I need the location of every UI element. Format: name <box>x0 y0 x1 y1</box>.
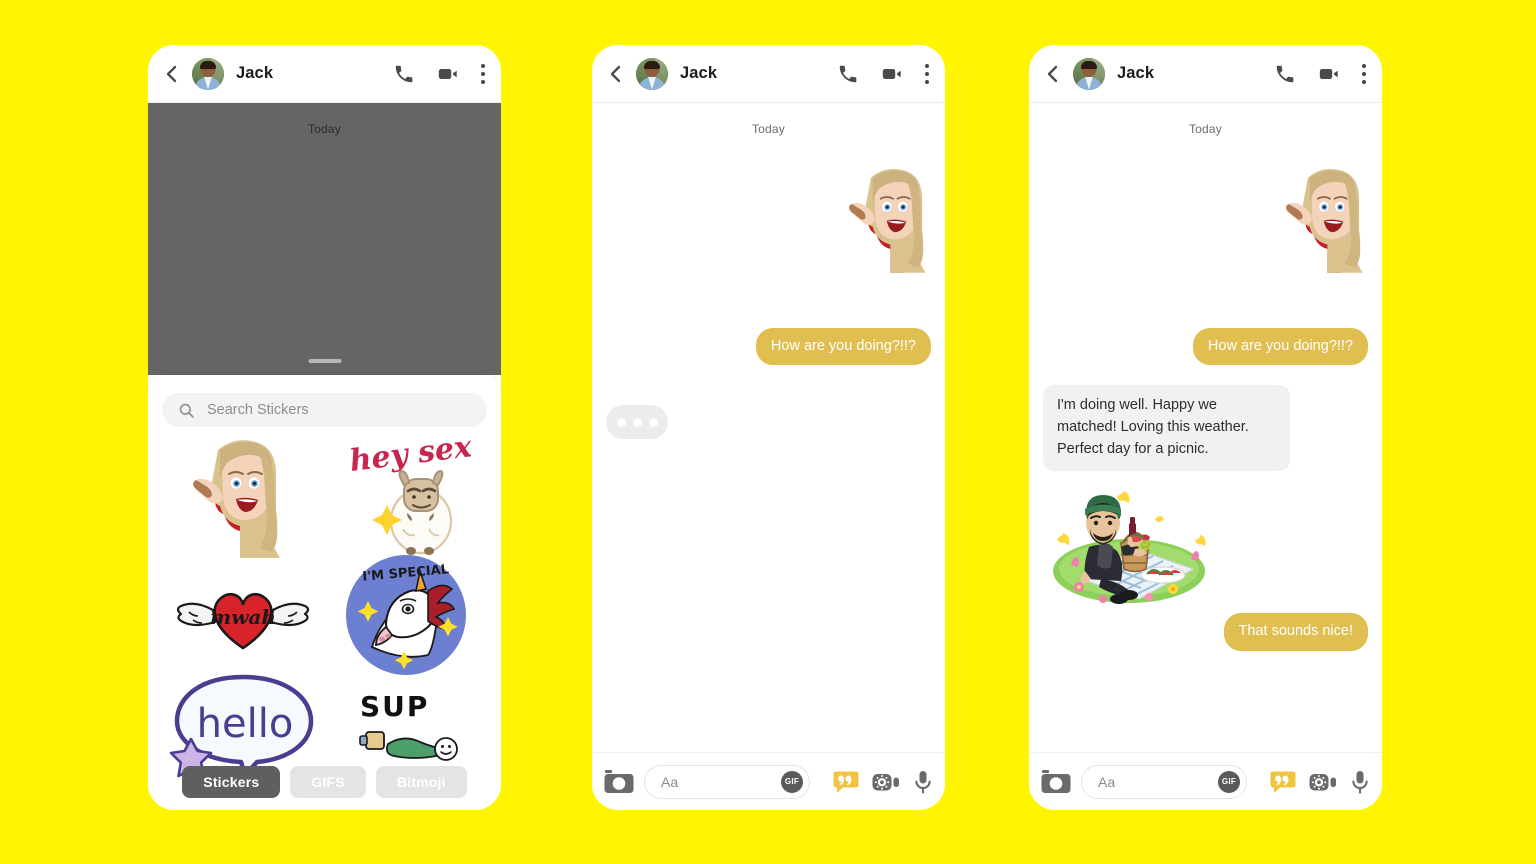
hey-sexy-llama-sticker: hey sexy <box>347 427 493 555</box>
avatar[interactable] <box>192 57 224 90</box>
hello-speech-bubble-sticker: hello <box>169 674 314 777</box>
message-bubble-outgoing[interactable]: How are you doing?!!? <box>1192 328 1368 366</box>
back-chevron-icon[interactable] <box>606 64 626 84</box>
sup-sticker: SUP <box>358 690 458 761</box>
camera-icon[interactable] <box>604 769 634 795</box>
svg-text:hello: hello <box>197 701 294 747</box>
sticker-item-im-special-unicorn[interactable]: I'M SPECIAL <box>342 551 470 684</box>
bitmoji-wave-sticker[interactable] <box>1278 159 1382 279</box>
phone-call-icon[interactable] <box>393 63 415 85</box>
search-input[interactable]: Search Stickers <box>162 393 487 427</box>
back-chevron-icon[interactable] <box>1043 64 1063 84</box>
message-row: I'm doing well. Happy we matched! Loving… <box>1029 385 1382 472</box>
sticker-item-bitmoji-wave[interactable] <box>184 436 302 563</box>
sticker-grid: hey sexy mwah I'M SPECIAL hello SUP <box>162 427 493 782</box>
video-effects-icon[interactable] <box>872 770 900 794</box>
bitmoji-wave-sticker[interactable] <box>841 159 945 279</box>
typing-indicator <box>606 405 668 440</box>
video-camera-icon[interactable] <box>437 63 459 85</box>
sticker-quote-icon[interactable] <box>833 770 859 794</box>
sticker-tray: Search Stickers hey sexy mwah I'M SPECIA… <box>148 375 501 810</box>
back-chevron-icon[interactable] <box>162 64 182 84</box>
svg-text:hey sexy: hey sexy <box>347 437 470 479</box>
search-icon <box>179 403 194 418</box>
gif-button[interactable]: GIF <box>1218 770 1240 793</box>
message-placeholder: Aa <box>661 773 679 790</box>
tab-bitmoji[interactable]: Bitmoji <box>375 766 467 798</box>
avatar[interactable] <box>636 57 668 90</box>
more-vertical-icon[interactable] <box>1362 63 1366 84</box>
phone-1-sticker-picker: Jack Today Search Stickers hey sexy mwah… <box>148 45 501 810</box>
bitmoji-wave-sticker <box>193 440 281 558</box>
message-text-input[interactable]: Aa GIF <box>1081 764 1247 799</box>
sticker-tabs: Stickers GIFS Bitmoji <box>148 766 501 798</box>
gif-button[interactable]: GIF <box>781 770 803 793</box>
message-input-bar: Aa GIF <box>1029 752 1382 810</box>
phone-3-conversation: Jack Today How are you doing?!!? I'm doi… <box>1029 45 1382 810</box>
day-divider: Today <box>307 122 342 136</box>
message-placeholder: Aa <box>1098 773 1116 790</box>
video-camera-icon[interactable] <box>1318 63 1340 85</box>
microphone-icon[interactable] <box>913 770 933 794</box>
bitmoji-picnic-sticker[interactable] <box>1043 479 1215 607</box>
header-actions <box>393 63 485 85</box>
page-title: Jack <box>680 64 718 82</box>
sticker-item-mwah-heart[interactable]: mwah <box>173 576 313 659</box>
chat-header: Jack <box>592 45 945 103</box>
drag-handle[interactable] <box>308 359 341 363</box>
message-input-bar: Aa GIF <box>592 752 945 810</box>
page-title: Jack <box>236 64 274 82</box>
avatar[interactable] <box>1073 57 1105 90</box>
dim-overlay[interactable]: Today <box>148 103 501 375</box>
message-bubble-outgoing[interactable]: That sounds nice! <box>1223 613 1368 651</box>
mwah-winged-heart-sticker: mwah <box>177 592 310 649</box>
message-row <box>1029 479 1382 607</box>
search-placeholder: Search Stickers <box>207 402 309 418</box>
screenshot-canvas: Jack Today Search Stickers hey sexy mwah… <box>0 0 1536 864</box>
phone-call-icon[interactable] <box>837 63 859 85</box>
phone-2-typing: Jack Today How are you doing?!!? Aa GIF <box>592 45 945 810</box>
camera-icon[interactable] <box>1041 769 1071 795</box>
chat-body: Today How are yo <box>592 103 945 752</box>
page-title: Jack <box>1117 64 1155 82</box>
chat-header: Jack <box>148 45 501 103</box>
sticker-item-sup[interactable]: SUP <box>350 686 462 769</box>
tab-stickers[interactable]: Stickers <box>182 766 281 798</box>
message-text-input[interactable]: Aa GIF <box>644 764 810 799</box>
chat-body: Today How are yo <box>1029 103 1382 752</box>
phone-call-icon[interactable] <box>1274 63 1296 85</box>
im-special-unicorn-sticker: I'M SPECIAL <box>345 554 466 675</box>
video-camera-icon[interactable] <box>881 63 903 85</box>
sticker-item-hey-sexy-llama[interactable]: hey sexy <box>341 427 493 562</box>
day-divider: Today <box>1188 122 1223 136</box>
message-bubble-incoming[interactable]: I'm doing well. Happy we matched! Loving… <box>1043 385 1290 472</box>
svg-text:SUP: SUP <box>360 690 429 723</box>
message-row: That sounds nice! <box>1029 613 1382 651</box>
day-divider: Today <box>751 122 786 136</box>
tab-gifs[interactable]: GIFS <box>290 766 366 798</box>
sticker-quote-icon[interactable] <box>1270 770 1296 794</box>
more-vertical-icon[interactable] <box>925 63 929 84</box>
header-actions <box>837 63 929 85</box>
message-row: How are you doing?!!? <box>592 328 945 366</box>
more-vertical-icon[interactable] <box>481 63 485 84</box>
video-effects-icon[interactable] <box>1309 770 1337 794</box>
microphone-icon[interactable] <box>1350 770 1370 794</box>
header-actions <box>1274 63 1366 85</box>
message-row: How are you doing?!!? <box>1029 328 1382 366</box>
chat-header: Jack <box>1029 45 1382 103</box>
message-bubble-outgoing[interactable]: How are you doing?!!? <box>755 328 931 366</box>
chat-body: Today Search Stickers hey sexy mwah I'M … <box>148 103 501 810</box>
svg-text:mwah: mwah <box>210 605 276 629</box>
